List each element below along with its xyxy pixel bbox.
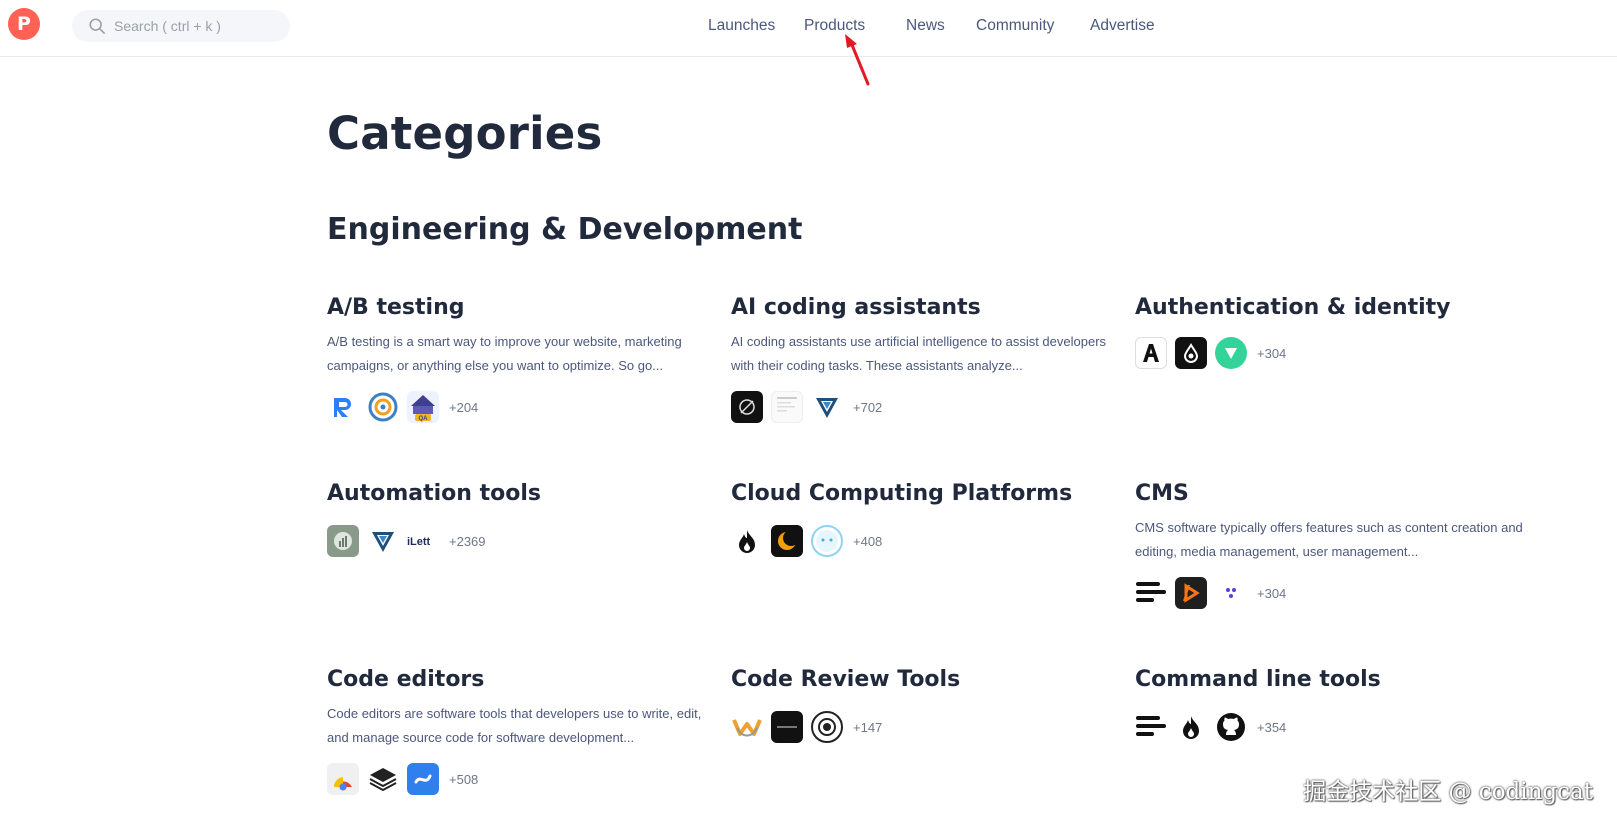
nav-news[interactable]: News [906,17,945,35]
category-description: Code editors are software tools that dev… [327,706,702,745]
blue-r-logo-icon[interactable] [327,391,359,423]
bars-logo-icon[interactable] [1135,577,1167,609]
watermark: 掘金技术社区 @ codingcat [1303,779,1593,805]
category-card[interactable]: Command line tools +354 [1135,667,1527,744]
letter-text-logo-label: iLett [407,536,431,548]
category-logos: +147 [731,710,1123,744]
blue-v-shield-logo-icon[interactable] [367,525,399,557]
chrome-logo-icon[interactable] [327,763,359,795]
category-card[interactable]: CMS CMS software typically offers featur… [1135,481,1527,610]
orange-play-logo-icon[interactable] [1175,577,1207,609]
section-title: Engineering & Development [327,212,803,247]
category-logos: QA +204 [327,390,719,424]
green-shield-logo-icon[interactable] [1215,337,1247,369]
annotation-arrow-icon [845,34,870,86]
document-preview-logo-icon[interactable] [771,391,803,423]
category-description: A/B testing is a smart way to improve yo… [327,334,682,373]
dark-satellite-logo-icon[interactable] [731,391,763,423]
category-card[interactable]: Code Review Tools +147 [731,667,1123,744]
category-card[interactable]: AI coding assistants AI coding assistant… [731,295,1123,424]
category-title[interactable]: AI coding assistants [731,295,1123,320]
category-title[interactable]: Command line tools [1135,667,1527,692]
blue-wave-logo-icon[interactable] [407,763,439,795]
category-count: +147 [853,719,883,735]
target-gear-logo-icon[interactable] [367,391,399,423]
dark-banner-logo-icon[interactable] [771,711,803,743]
category-count: +508 [449,771,479,787]
letter-text-logo-icon[interactable]: iLett [407,525,439,557]
category-title[interactable]: Automation tools [327,481,719,506]
category-card[interactable]: Code editors Code editors are software t… [327,667,719,796]
category-count: +2369 [449,533,486,549]
category-logos: +304 [1135,576,1527,610]
chart-circle-logo-icon[interactable] [327,525,359,557]
category-title[interactable]: Cloud Computing Platforms [731,481,1123,506]
github-logo-icon[interactable] [1215,711,1247,743]
category-count: +702 [853,399,883,415]
category-logos: +304 [1135,336,1527,370]
category-logos: +702 [731,390,1123,424]
category-description: AI coding assistants use artificial inte… [731,334,1107,373]
bars-logo-icon[interactable] [1135,711,1167,743]
letter-a-logo-icon[interactable] [1135,337,1167,369]
category-count: +354 [1257,719,1287,735]
category-title[interactable]: Code Review Tools [731,667,1123,692]
eye-circle-logo-icon[interactable] [811,711,843,743]
blue-v-shield-logo-icon[interactable] [811,391,843,423]
category-logos: +508 [327,762,719,796]
page-title: Categories [327,107,603,160]
nav-launches[interactable]: Launches [708,17,775,35]
category-title[interactable]: Authentication & identity [1135,295,1527,320]
nav-advertise[interactable]: Advertise [1090,17,1155,35]
category-logos: +354 [1135,710,1527,744]
category-count: +304 [1257,345,1287,361]
layers-logo-icon[interactable] [367,763,399,795]
dots-logo-icon[interactable] [1215,577,1247,609]
category-card[interactable]: Authentication & identity +304 [1135,295,1527,370]
category-count: +408 [853,533,883,549]
category-card[interactable]: Automation tools iLett +2369 [327,481,719,558]
category-logos: iLett +2369 [327,524,719,558]
category-title[interactable]: Code editors [327,667,719,692]
top-navigation-bar: P Search ( ctrl + k ) Launches Products … [0,0,1617,57]
flame-logo-icon[interactable] [731,525,763,557]
category-card[interactable]: A/B testing A/B testing is a smart way t… [327,295,719,424]
nav-community[interactable]: Community [976,17,1054,35]
category-logos: +408 [731,524,1123,558]
category-title[interactable]: A/B testing [327,295,719,320]
qa-logo-text: QA [419,416,429,422]
yellow-w-logo-icon[interactable] [731,711,763,743]
category-description: CMS software typically offers features s… [1135,520,1523,559]
drop-swirl-logo-icon[interactable] [1175,337,1207,369]
category-count: +304 [1257,585,1287,601]
flame-logo-icon[interactable] [1175,711,1207,743]
category-title[interactable]: CMS [1135,481,1527,506]
main-nav: Launches Products News Community Adverti… [0,17,1617,37]
moon-logo-icon[interactable] [771,525,803,557]
category-count: +204 [449,399,479,415]
face-circle-logo-icon[interactable] [811,525,843,557]
category-card[interactable]: Cloud Computing Platforms +408 [731,481,1123,558]
qa-logo-icon[interactable]: QA [407,391,439,423]
